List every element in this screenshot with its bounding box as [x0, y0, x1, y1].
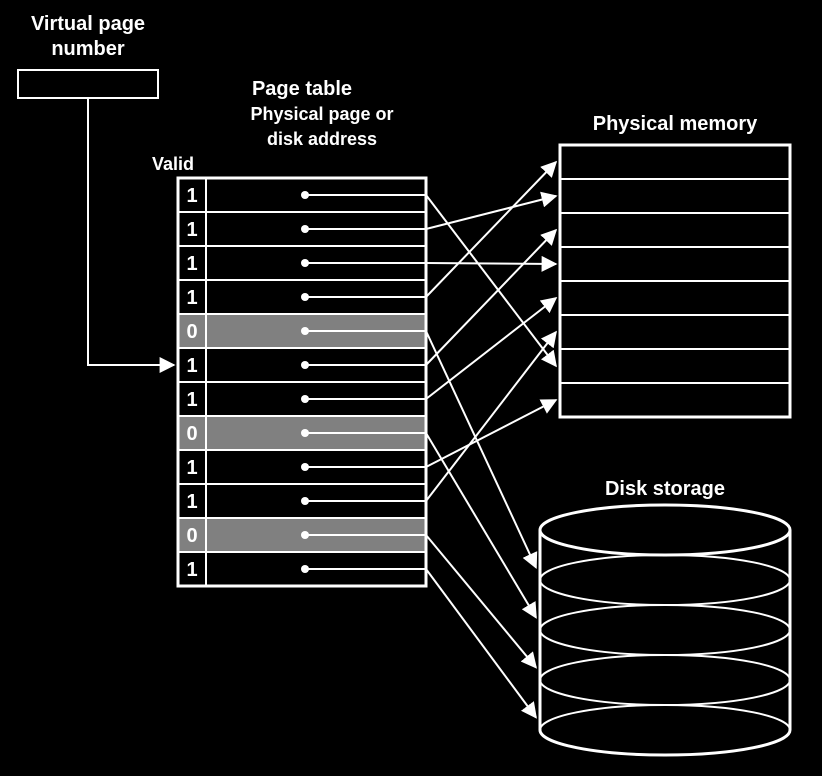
valid-bit: 1 — [186, 355, 197, 377]
physmem-slot — [560, 179, 790, 213]
mapping-arrow — [426, 298, 556, 399]
mapping-arrow — [426, 535, 536, 668]
disk-label: Disk storage — [605, 478, 725, 500]
valid-bit: 0 — [186, 321, 197, 343]
valid-bit: 0 — [186, 525, 197, 547]
disk-cylinder-body — [540, 530, 790, 755]
valid-bit: 1 — [186, 559, 197, 581]
physmem-slot — [560, 213, 790, 247]
physmem-slot — [560, 383, 790, 417]
vpn-label-1: Virtual page — [31, 13, 145, 35]
physmem-slot — [560, 349, 790, 383]
pagetable-title: Page table — [252, 78, 352, 100]
mapping-arrow — [426, 263, 556, 264]
pagetable-sub2: disk address — [267, 129, 377, 149]
mapping-arrow — [426, 331, 536, 568]
valid-bit: 0 — [186, 423, 197, 445]
mapping-arrow — [426, 162, 556, 297]
valid-bit: 1 — [186, 253, 197, 275]
valid-bit: 1 — [186, 185, 197, 207]
mapping-arrow — [426, 332, 556, 501]
physmem-slot — [560, 247, 790, 281]
mapping-arrow — [426, 196, 556, 229]
vpn-register — [18, 70, 158, 98]
mapping-arrow — [426, 230, 556, 365]
physmem-slot — [560, 281, 790, 315]
physmem-label: Physical memory — [593, 113, 758, 135]
valid-bit: 1 — [186, 389, 197, 411]
vpn-label-2: number — [51, 38, 125, 60]
physmem-slot — [560, 315, 790, 349]
valid-bit: 1 — [186, 457, 197, 479]
pagetable-sub1: Physical page or — [250, 104, 393, 124]
valid-label: Valid — [152, 154, 194, 174]
disk-platter — [540, 505, 790, 555]
vpn-pointer-arrow — [88, 98, 174, 365]
valid-bit: 1 — [186, 287, 197, 309]
mapping-arrow — [426, 195, 556, 366]
mapping-arrow — [426, 400, 556, 467]
valid-bit: 1 — [186, 491, 197, 513]
physmem-slot — [560, 145, 790, 179]
valid-bit: 1 — [186, 219, 197, 241]
